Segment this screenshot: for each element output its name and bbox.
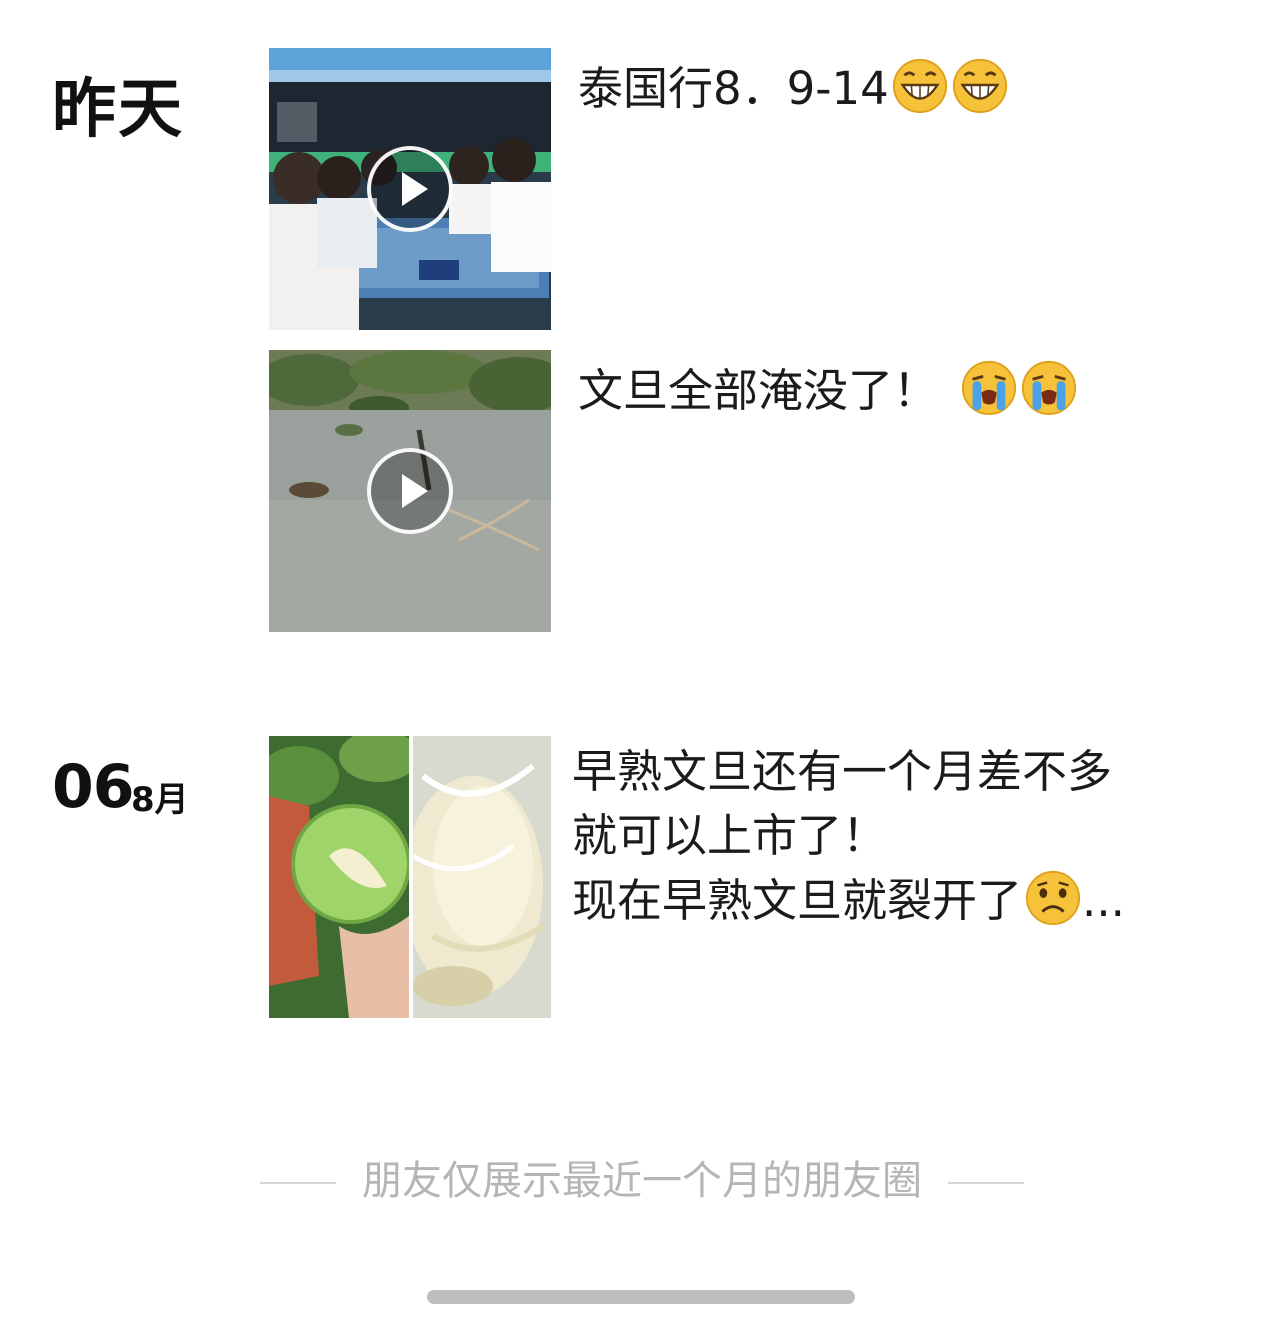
grin-emoji	[892, 58, 947, 114]
post-caption[interactable]: 泰国行8．9-14	[578, 56, 1009, 121]
crying-emoji	[1021, 360, 1077, 416]
post-caption[interactable]: 文旦全部淹没了！	[578, 358, 1078, 423]
home-indicator-bar[interactable]	[427, 1290, 855, 1304]
post-caption-line: 现在早熟文旦就裂开了	[572, 874, 1023, 927]
frown-emoji	[1025, 870, 1081, 926]
date-label-month: 8月	[131, 780, 189, 820]
post-photo-thumbnail[interactable]	[413, 736, 551, 1018]
play-button[interactable]	[367, 146, 453, 232]
photo-pomelo-flesh	[413, 736, 551, 1018]
visibility-notice-text: 朋友仅展示最近一个月的朋友圈	[362, 1158, 922, 1204]
post-caption-text: 泰国行8．9-14	[578, 62, 889, 115]
play-button[interactable]	[367, 448, 453, 534]
post-caption-ellipsis: ...	[1082, 874, 1125, 927]
post-caption-line-last: 现在早熟文旦就裂开了 ...	[572, 868, 1252, 933]
post-video-thumbnail[interactable]	[269, 48, 551, 330]
post-photo-thumbnail[interactable]	[269, 736, 409, 1018]
post-caption-text: 文旦全部淹没了！	[578, 364, 939, 417]
date-label-day: 06	[52, 752, 134, 822]
play-icon	[402, 474, 428, 508]
play-icon	[402, 172, 428, 206]
date-label-yesterday: 昨天	[52, 73, 184, 147]
divider-right	[948, 1182, 1024, 1184]
post-caption[interactable]: 早熟文旦还有一个月差不多 就可以上市了！ 现在早熟文旦就裂开了 ...	[572, 740, 1252, 933]
crying-emoji	[961, 360, 1017, 416]
grin-emoji	[952, 58, 1007, 114]
post-video-thumbnail[interactable]	[269, 350, 551, 632]
photo-pomelo-tree	[269, 736, 409, 1018]
post-caption-line: 就可以上市了！	[572, 809, 888, 862]
post-caption-line: 早熟文旦还有一个月差不多	[572, 745, 1113, 798]
divider-left	[260, 1182, 336, 1184]
visibility-notice: 朋友仅展示最近一个月的朋友圈	[0, 1148, 1284, 1206]
